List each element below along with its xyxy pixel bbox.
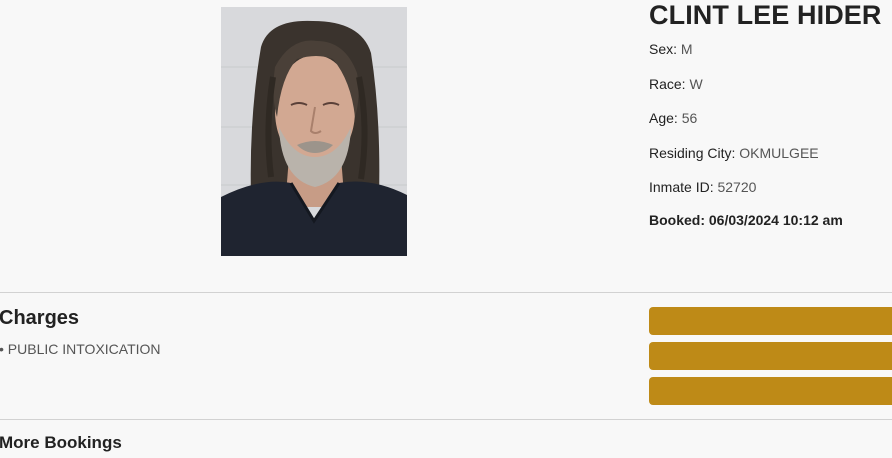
- field-inmate-id: Inmate ID: 52720: [649, 179, 756, 195]
- charges-heading: Charges: [0, 307, 80, 329]
- field-value: 52720: [717, 179, 757, 195]
- field-residing-city: Residing City: OKMULGEE: [649, 145, 819, 161]
- field-value: M: [680, 41, 693, 57]
- action-button-3[interactable]: [649, 377, 892, 405]
- charge-item: • PUBLIC INTOXICATION: [0, 341, 161, 357]
- field-sex: Sex: M: [649, 41, 693, 57]
- field-booked: Booked: 06/03/2024 10:12 am: [649, 212, 843, 228]
- section-divider: [0, 419, 892, 420]
- field-value: 56: [681, 110, 698, 126]
- field-age: Age: 56: [649, 110, 697, 126]
- action-button-2[interactable]: [649, 342, 892, 370]
- field-value: OKMULGEE: [739, 145, 819, 161]
- action-button-1[interactable]: [649, 307, 892, 335]
- inmate-name: CLINT LEE HIDER: [649, 0, 882, 30]
- field-label: Inmate ID:: [649, 179, 714, 195]
- section-divider: [0, 292, 892, 293]
- field-label: Residing City:: [649, 145, 736, 161]
- inmate-photo: [221, 7, 407, 256]
- field-value: 06/03/2024 10:12 am: [708, 212, 843, 228]
- field-race: Race: W: [649, 76, 703, 92]
- field-label: Booked:: [649, 212, 705, 228]
- field-label: Race:: [649, 76, 686, 92]
- field-value: W: [689, 76, 703, 92]
- more-bookings-heading: More Bookings: [0, 433, 122, 452]
- field-label: Sex:: [649, 41, 678, 57]
- field-label: Age:: [649, 110, 678, 126]
